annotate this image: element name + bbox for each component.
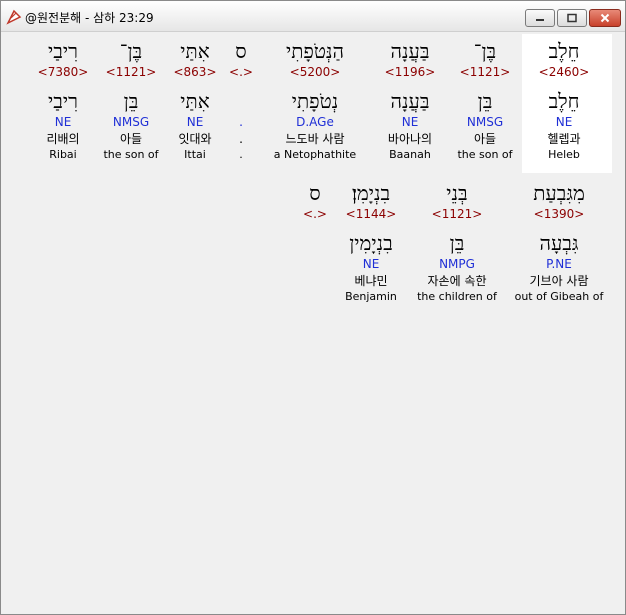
strong-number[interactable]: <.>: [297, 206, 333, 222]
korean-gloss: [297, 272, 333, 290]
close-icon: [600, 13, 610, 23]
strong-number[interactable]: <1121>: [411, 206, 503, 222]
english-gloss: the son of: [103, 148, 159, 161]
korean-gloss: 아들: [119, 132, 143, 146]
hebrew-word: בְּנֵי: [446, 181, 468, 205]
korean-gloss: 베냐민: [354, 274, 388, 288]
word-cell[interactable]: אִתַּי <863> אִתַּי NE 잇대와 Ittai: [167, 38, 223, 162]
hebrew-lemma: גִּבְעָה: [539, 231, 579, 255]
parsing-code: NE: [401, 115, 419, 129]
hebrew-word: בַּעֲנָה: [390, 39, 430, 63]
hebrew-word: אִתַּי: [180, 39, 210, 63]
english-gloss: the son of: [457, 148, 513, 161]
strong-number[interactable]: <.>: [223, 64, 259, 80]
word-cell[interactable]: ס <.> . . .: [223, 38, 259, 162]
hebrew-lemma: בֵּן: [477, 89, 493, 113]
hebrew-word: בֶּן־: [473, 39, 497, 63]
english-gloss: Baanah: [389, 148, 431, 161]
hebrew-lemma: בִנְיָמִין: [349, 231, 393, 255]
korean-gloss: 자손에 속한: [427, 274, 487, 288]
parsing-code: [297, 256, 333, 272]
korean-gloss: 느도바 사람: [285, 132, 345, 146]
parsing-code: .: [239, 115, 243, 129]
strong-number[interactable]: <1144>: [337, 206, 405, 222]
maximize-button[interactable]: [557, 9, 587, 27]
parsing-code: NE: [186, 115, 204, 129]
english-gloss: [297, 290, 333, 304]
korean-gloss: 바아나의: [387, 132, 433, 146]
word-cell[interactable]: חֵלֶב <2460> חֵלֶב NE 헬렙과 Heleb: [522, 38, 606, 162]
korean-gloss: .: [239, 132, 243, 146]
english-gloss: .: [239, 148, 243, 161]
hebrew-lemma: בַּעֲנָה: [390, 89, 430, 113]
hebrew-lemma: חֵלֶב: [548, 89, 580, 113]
strong-number[interactable]: <5200>: [267, 64, 363, 80]
word-cell[interactable]: בְּנֵי <1121> בֵּן NMPG 자손에 속한 the child…: [411, 180, 503, 304]
app-icon: [6, 9, 22, 25]
korean-gloss: 헬렙과: [547, 132, 581, 146]
hebrew-word: מִגִּבְעַת: [533, 181, 585, 205]
parsing-code: NE: [555, 115, 573, 129]
hebrew-word: בֶּן־: [119, 39, 143, 63]
hebrew-word: חֵלֶב: [548, 39, 580, 63]
title-bar[interactable]: @원전분해 - 삼하 23:29: [1, 1, 625, 32]
maximize-icon: [567, 13, 577, 23]
word-cell[interactable]: בֶּן־ <1121> בֵּן NMSG 아들 the son of: [448, 38, 522, 162]
parsing-code: NE: [362, 257, 380, 271]
strong-number[interactable]: <2460>: [522, 64, 606, 80]
hebrew-lemma: אִתַּי: [180, 89, 210, 113]
hebrew-word: ס: [309, 181, 321, 205]
english-gloss: Benjamin: [345, 290, 397, 303]
strong-number[interactable]: <1390>: [507, 206, 611, 222]
hebrew-lemma: [297, 230, 333, 256]
parsing-code: NMPG: [439, 257, 475, 271]
english-gloss: Ittai: [184, 148, 206, 161]
parsing-code: P.NE: [546, 257, 572, 271]
korean-gloss: 아들: [473, 132, 497, 146]
korean-gloss: 리배의: [46, 132, 80, 146]
app-window: @원전분해 - 삼하 23:29 חֵלֶב <2460> חֵלֶב NE 헬…: [0, 0, 626, 615]
strong-number[interactable]: <1121>: [448, 64, 522, 80]
word-cell[interactable]: בֶּן־ <1121> בֵּן NMSG 아들 the son of: [95, 38, 167, 162]
hebrew-lemma: [223, 88, 259, 114]
hebrew-lemma: רִיבַי: [48, 89, 78, 113]
hebrew-lemma: בֵּן: [449, 231, 465, 255]
strong-number[interactable]: <1196>: [373, 64, 447, 80]
word-cell[interactable]: ס <.>: [297, 180, 333, 304]
english-gloss: a Netophathite: [273, 148, 357, 161]
english-gloss: Heleb: [548, 148, 580, 161]
word-cell[interactable]: בִנְיָמִן׃ <1144> בִנְיָמִין NE 베냐민 Benj…: [337, 180, 405, 304]
parsing-code: NMSG: [112, 115, 150, 129]
korean-gloss: 기브아 사람: [529, 274, 589, 288]
word-cell[interactable]: בַּעֲנָה <1196> בַּעֲנָה NE 바아나의 Baanah: [373, 38, 447, 162]
strong-number[interactable]: <7380>: [31, 64, 95, 80]
window-title: @원전분해 - 삼하 23:29: [25, 11, 154, 25]
hebrew-word: ס: [235, 39, 247, 63]
hebrew-lemma: נְטֹפָתִי: [291, 89, 339, 113]
word-cell[interactable]: מִגִּבְעַת <1390> גִּבְעָה P.NE 기브아 사람 o…: [507, 180, 611, 304]
korean-gloss: 잇대와: [178, 132, 212, 146]
english-gloss: the children of: [417, 290, 497, 303]
hebrew-word: רִיבַי: [48, 39, 78, 63]
parsing-code: NMSG: [466, 115, 504, 129]
strong-number[interactable]: <863>: [167, 64, 223, 80]
hebrew-lemma: בֵּן: [123, 89, 139, 113]
hebrew-word: הַנְּטֹפָתִי: [285, 39, 344, 63]
english-gloss: Ribai: [49, 148, 77, 161]
english-gloss: out of Gibeah of: [514, 290, 604, 303]
close-button[interactable]: [589, 9, 621, 27]
strong-number[interactable]: <1121>: [95, 64, 167, 80]
parsing-code: NE: [54, 115, 72, 129]
minimize-icon: [536, 19, 544, 21]
word-cell[interactable]: רִיבַי <7380> רִיבַי NE 리배의 Ribai: [31, 38, 95, 162]
hebrew-word: בִנְיָמִן׃: [351, 181, 391, 205]
word-cell[interactable]: הַנְּטֹפָתִי <5200> נְטֹפָתִי D.AGe 느도바 …: [267, 38, 363, 162]
minimize-button[interactable]: [525, 9, 555, 27]
parsing-code: D.AGe: [296, 115, 334, 129]
